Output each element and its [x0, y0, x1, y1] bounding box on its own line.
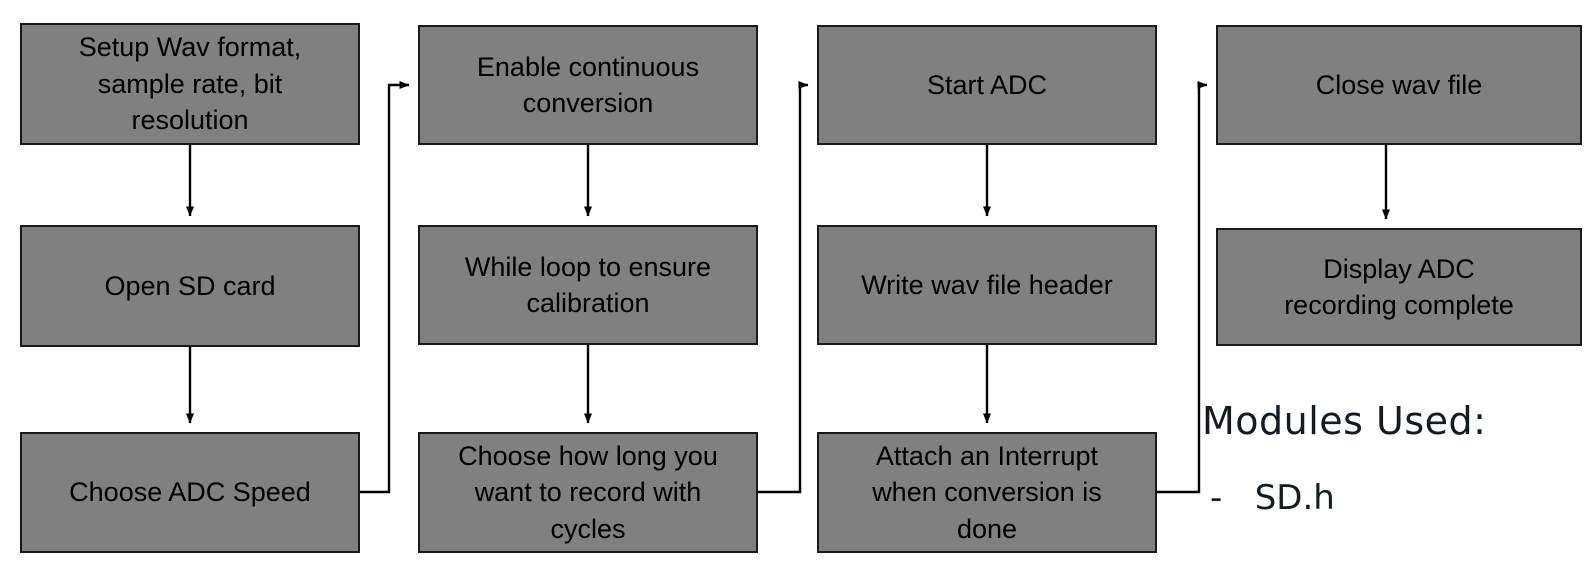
- node-enable-continuous[interactable]: Enable continuous conversion: [418, 25, 758, 145]
- arrow-choose-speed-to-enable: [360, 81, 410, 494]
- node-attach-interrupt[interactable]: Attach an Interrupt when conversion is d…: [817, 432, 1157, 553]
- node-open-sd[interactable]: Open SD card: [20, 225, 360, 347]
- node-close-wav[interactable]: Close wav file: [1216, 25, 1582, 145]
- node-while-loop[interactable]: While loop to ensure calibration: [418, 225, 758, 345]
- modules-used-item: - SD.h: [1210, 478, 1335, 518]
- node-write-header[interactable]: Write wav file header: [817, 225, 1157, 345]
- modules-used-title: Modules Used:: [1202, 399, 1487, 443]
- node-setup-wav[interactable]: Setup Wav format, sample rate, bit resol…: [20, 23, 360, 145]
- node-choose-record-length[interactable]: Choose how long you want to record with …: [418, 432, 758, 553]
- arrow-interrupt-to-close-wav: [1157, 81, 1208, 494]
- node-start-adc[interactable]: Start ADC: [817, 25, 1157, 145]
- arrow-record-length-to-start-adc: [758, 81, 809, 494]
- node-display-complete[interactable]: Display ADC recording complete: [1216, 228, 1582, 346]
- node-choose-adc-speed[interactable]: Choose ADC Speed: [20, 432, 360, 553]
- flowchart-canvas: Setup Wav format, sample rate, bit resol…: [0, 0, 1596, 576]
